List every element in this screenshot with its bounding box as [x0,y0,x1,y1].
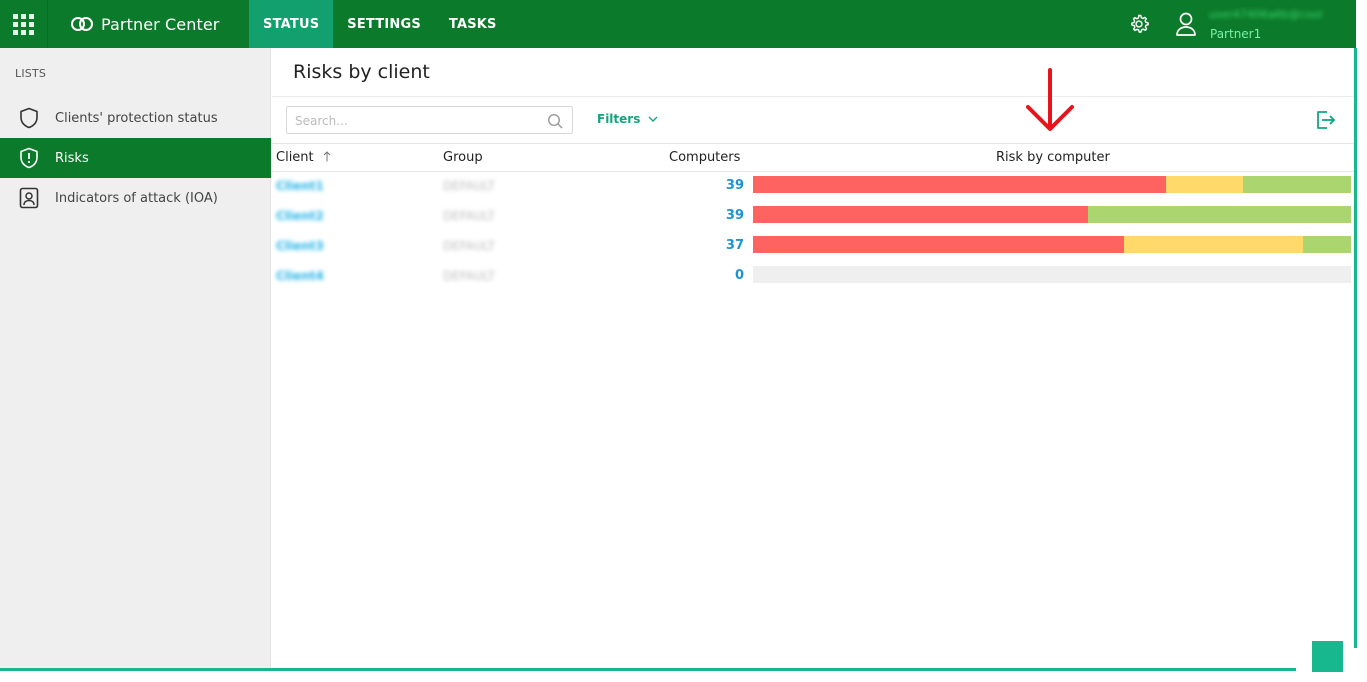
risk-segment-low[interactable] [1087,206,1351,223]
sidebar-item-label: Clients' protection status [55,110,218,126]
sidebar-item-label: Risks [55,150,89,166]
user-email[interactable]: user47406a6b@cool [1209,8,1322,21]
sidebar-item-label: Indicators of attack (IOA) [55,190,218,206]
shield-icon [18,107,40,129]
risk-bar [753,266,1351,283]
tab-tasks[interactable]: TASKS [435,0,511,48]
chevron-down-icon [648,116,658,122]
apps-menu-button[interactable] [0,0,48,48]
column-header-client[interactable]: Client [276,150,331,165]
column-header-group[interactable]: Group [443,150,483,165]
tab-status[interactable]: STATUS [249,0,334,48]
sidebar-header: LISTS [15,67,47,80]
table-row: Client1 DEFAULT 39 [272,172,1354,202]
divider [272,96,1354,97]
group-cell: DEFAULT [443,209,495,223]
risk-segment-high[interactable] [753,176,1166,193]
computers-count-link[interactable]: 37 [726,238,744,253]
computers-count-link[interactable]: 39 [726,208,744,223]
risk-bar [753,176,1351,193]
computers-count-link[interactable]: 0 [735,268,744,283]
client-link[interactable]: Client4 [276,269,324,283]
computers-count-link[interactable]: 39 [726,178,744,193]
shield-alert-icon [18,147,40,169]
user-name[interactable]: Partner1 [1210,27,1261,41]
risk-segment-high[interactable] [753,236,1124,253]
risk-segment-medium[interactable] [1123,236,1304,253]
client-link[interactable]: Client3 [276,239,324,253]
brand[interactable]: Partner Center [70,0,220,48]
risk-segment-low[interactable] [1303,236,1351,253]
search-box [286,106,573,134]
client-link[interactable]: Client1 [276,179,324,193]
user-icon[interactable] [1175,12,1197,36]
corner-button[interactable] [1312,641,1343,672]
brand-logo-icon [71,17,93,31]
bottom-stripe [0,668,1296,671]
app-name: Partner Center [101,14,220,34]
right-edge-stripe [1354,48,1357,648]
risk-bar [753,206,1351,223]
sort-ascending-icon [323,151,331,162]
table-row: Client2 DEFAULT 39 [272,202,1354,232]
risk-segment-high[interactable] [753,206,1088,223]
sidebar: LISTS Clients' protection status Risks I… [0,48,271,670]
id-badge-icon [18,187,40,209]
search-icon[interactable] [547,113,563,129]
risk-segment-low[interactable] [1243,176,1351,193]
top-bar: Partner Center STATUS SETTINGS TASKS use… [0,0,1356,48]
group-cell: DEFAULT [443,269,495,283]
client-link[interactable]: Client2 [276,209,324,223]
group-cell: DEFAULT [443,179,495,193]
tab-settings[interactable]: SETTINGS [333,0,435,48]
search-input[interactable] [295,111,540,130]
risk-bar [753,236,1351,253]
divider [272,143,1354,144]
risk-segment-medium[interactable] [1165,176,1244,193]
table-row: Client4 DEFAULT 0 [272,262,1354,292]
table-row: Client3 DEFAULT 37 [272,232,1354,262]
export-icon[interactable] [1314,109,1336,131]
main-nav: STATUS SETTINGS TASKS [249,0,511,48]
column-header-computers[interactable]: Computers [669,150,740,165]
group-cell: DEFAULT [443,239,495,253]
page-title: Risks by client [293,61,430,83]
sidebar-item-ioa[interactable]: Indicators of attack (IOA) [0,178,271,218]
filters-label: Filters [597,112,641,126]
main-content: Risks by client Filters Client Group Com… [272,48,1354,670]
filters-dropdown[interactable]: Filters [597,112,658,126]
column-header-label: Client [276,150,314,165]
annotation-arrow-icon [1026,68,1074,131]
sidebar-item-risks[interactable]: Risks [0,138,271,178]
sidebar-item-protection-status[interactable]: Clients' protection status [0,98,271,138]
column-header-risk: Risk by computer [996,150,1110,165]
apps-grid-icon [13,13,34,35]
gear-icon[interactable] [1128,13,1150,35]
